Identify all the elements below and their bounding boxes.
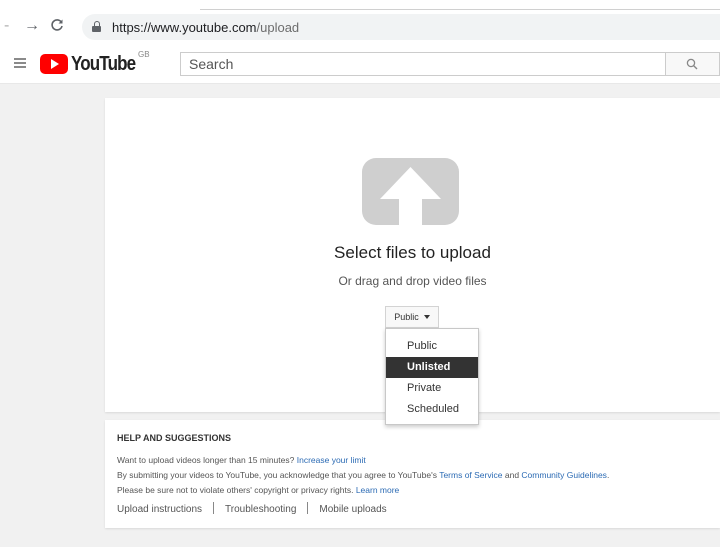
mobile-uploads-link[interactable]: Mobile uploads — [319, 504, 386, 515]
privacy-dropdown-button[interactable]: Public — [385, 306, 439, 328]
url-host: https://www.youtube.com — [112, 20, 257, 35]
upload-subtitle: Or drag and drop video files — [338, 274, 487, 288]
link-divider — [307, 502, 309, 514]
link-divider — [213, 502, 215, 514]
increase-limit-link[interactable]: Increase your limit — [297, 455, 366, 465]
upload-title[interactable]: Select files to upload — [105, 243, 720, 263]
troubleshooting-link[interactable]: Troubleshooting — [225, 504, 296, 515]
privacy-option-scheduled[interactable]: Scheduled — [386, 399, 478, 420]
logo-text: YouTube — [71, 53, 136, 75]
privacy-dropdown-menu: Public Unlisted Private Scheduled — [385, 328, 479, 425]
and-text: and — [504, 470, 520, 480]
youtube-play-icon — [40, 54, 68, 74]
browser-toolbar: - → https://www.youtube.com/upload — [0, 0, 720, 44]
lock-icon — [92, 21, 101, 32]
url-text: https://www.youtube.com/upload — [112, 20, 299, 35]
upload-arrow-icon[interactable] — [362, 158, 459, 225]
help-panel: HELP AND SUGGESTIONS Want to upload vide… — [105, 420, 720, 528]
region-label: GB — [138, 50, 150, 59]
privacy-option-public[interactable]: Public — [386, 336, 478, 357]
help-title: HELP AND SUGGESTIONS — [117, 433, 232, 443]
terms-of-service-link[interactable]: Terms of Service — [439, 470, 502, 480]
privacy-value: Public — [394, 312, 419, 322]
privacy-option-private[interactable]: Private — [386, 378, 478, 399]
help-line-terms: By submitting your videos to YouTube, yo… — [117, 470, 609, 480]
reload-icon[interactable] — [50, 18, 64, 36]
search-button[interactable] — [665, 52, 720, 76]
tab-strip-edge — [200, 0, 720, 10]
help-line-copyright: Please be sure not to violate others' co… — [117, 485, 399, 495]
period-text: . — [606, 470, 610, 480]
search-box — [180, 52, 666, 76]
copyright-text: Please be sure not to violate others' co… — [117, 485, 354, 495]
help-links-row: Upload instructions Troubleshooting Mobile… — [117, 502, 387, 515]
upload-instructions-link[interactable]: Upload instructions — [117, 504, 202, 515]
youtube-header: YouTube GB — [0, 44, 720, 84]
privacy-option-unlisted[interactable]: Unlisted — [386, 357, 478, 378]
learn-more-link[interactable]: Learn more — [356, 485, 399, 495]
forward-arrow-icon[interactable]: → — [24, 18, 40, 34]
limit-text: Want to upload videos longer than 15 min… — [117, 455, 295, 465]
community-guidelines-link[interactable]: Community Guidelines — [521, 470, 607, 480]
help-line-limit: Want to upload videos longer than 15 min… — [117, 455, 366, 465]
url-path: /upload — [256, 20, 300, 35]
menu-icon[interactable] — [14, 58, 26, 68]
caret-down-icon — [423, 315, 430, 319]
terms-text: By submitting your videos to YouTube, yo… — [117, 470, 437, 480]
address-bar[interactable]: https://www.youtube.com/upload — [82, 14, 720, 40]
search-icon — [686, 58, 698, 70]
back-arrow-icon[interactable]: - — [4, 18, 9, 34]
search-input[interactable] — [181, 53, 665, 75]
